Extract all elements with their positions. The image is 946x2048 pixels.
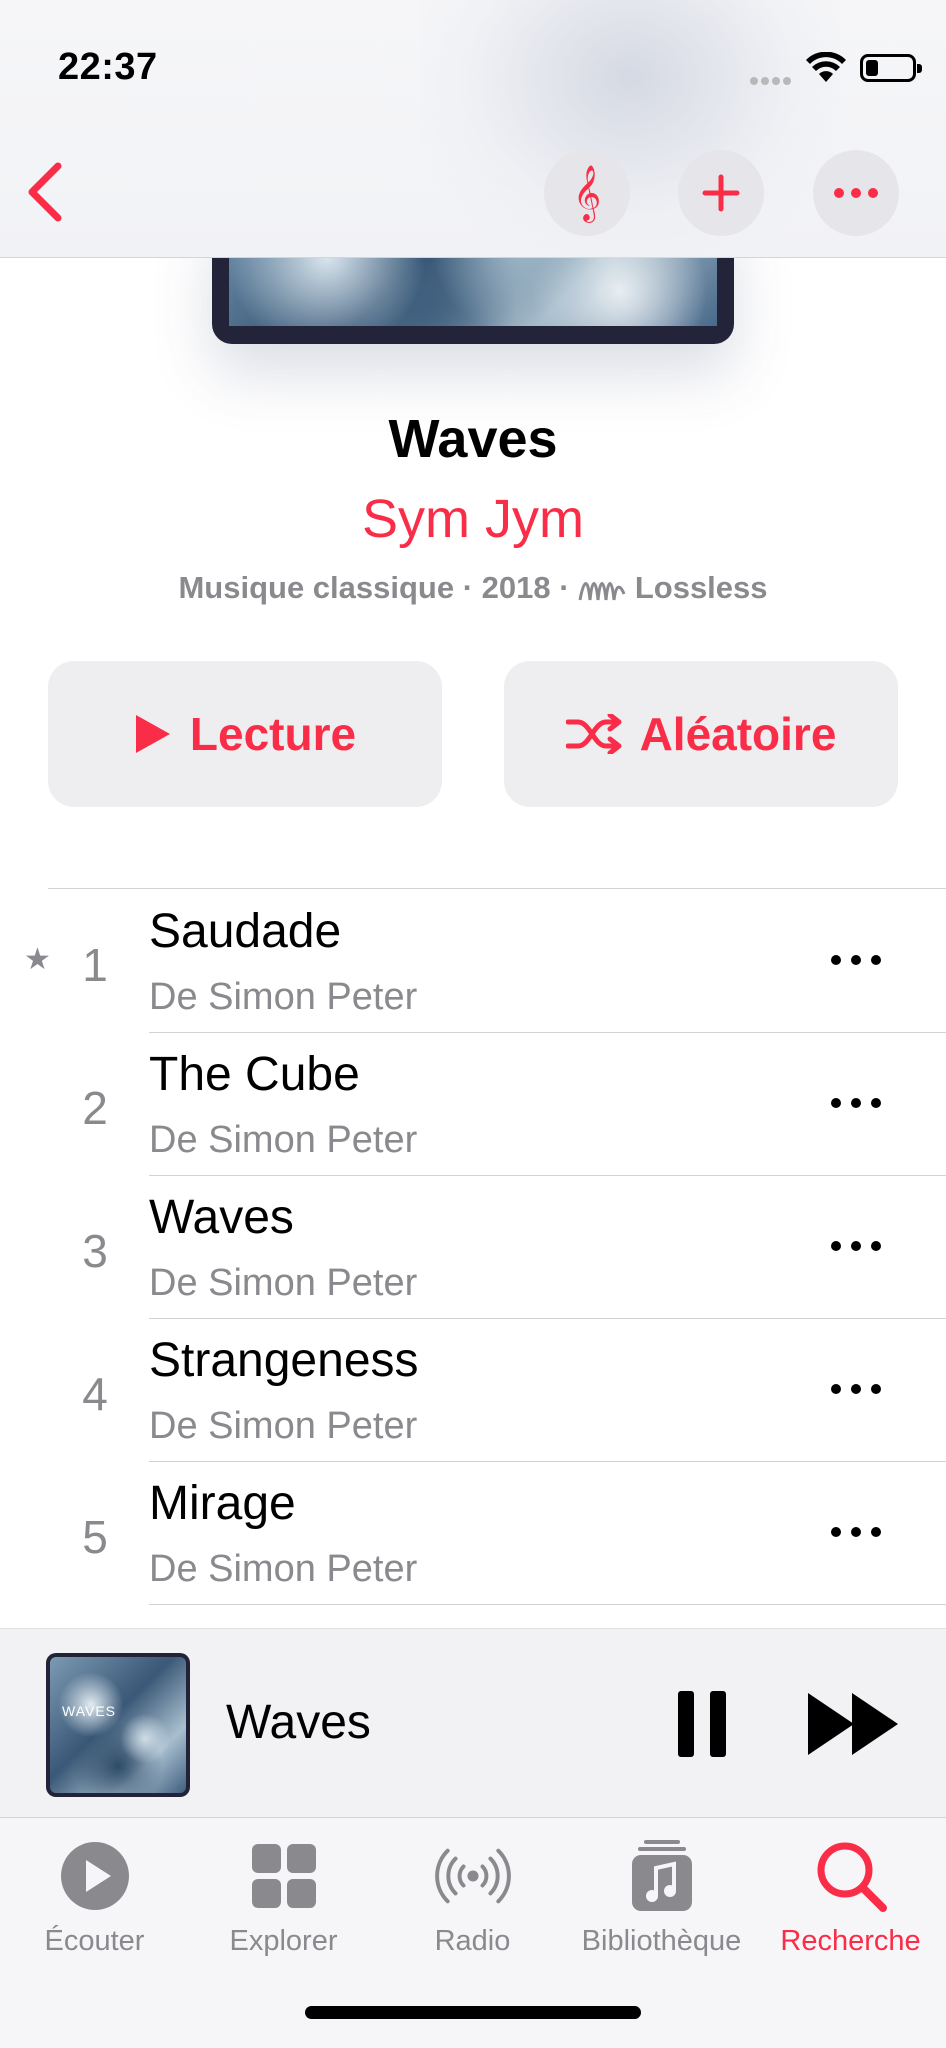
navigation-bar: 22:37 𝄞 bbox=[0, 0, 946, 258]
add-button[interactable] bbox=[678, 150, 764, 236]
tab-radio[interactable]: Radio bbox=[378, 1838, 567, 1978]
track-number: 1 bbox=[82, 939, 108, 991]
album-genre: Musique classique bbox=[178, 570, 455, 605]
lossless-icon bbox=[578, 582, 626, 601]
pause-icon[interactable] bbox=[672, 1685, 732, 1763]
play-circle-icon bbox=[60, 1842, 129, 1910]
mini-player[interactable]: WAVES Waves bbox=[0, 1628, 946, 1818]
album-quality: Lossless bbox=[634, 570, 768, 605]
tab-explore[interactable]: Explorer bbox=[189, 1838, 378, 1978]
album-year: 2018 bbox=[481, 570, 551, 605]
track-artist: De Simon Peter bbox=[149, 1262, 418, 1304]
album-artist-link[interactable]: Sym Jym bbox=[0, 488, 946, 550]
status-time: 22:37 bbox=[58, 46, 158, 88]
track-number: 4 bbox=[82, 1368, 108, 1420]
track-artist: De Simon Peter bbox=[149, 1405, 418, 1447]
track-more-icon[interactable] bbox=[826, 1091, 886, 1115]
music-library-icon bbox=[631, 1840, 692, 1911]
track-more-icon[interactable] bbox=[826, 1520, 886, 1544]
track-title: Strangeness bbox=[149, 1334, 419, 1387]
track-row[interactable]: 5 Mirage De Simon Peter bbox=[0, 1462, 946, 1605]
tracklist-divider bbox=[48, 888, 946, 889]
track-artist: De Simon Peter bbox=[149, 1548, 418, 1590]
album-title: Waves bbox=[388, 409, 558, 469]
battery-icon bbox=[860, 54, 922, 82]
now-playing-title: Waves bbox=[226, 1696, 371, 1749]
track-row[interactable]: 3 Waves De Simon Peter bbox=[0, 1176, 946, 1319]
tab-label: Bibliothèque bbox=[581, 1925, 742, 1957]
search-icon bbox=[817, 1842, 887, 1912]
ellipsis-icon bbox=[834, 188, 878, 198]
album-metadata: Musique classique · 2018 · Lossless bbox=[178, 570, 768, 605]
track-more-icon[interactable] bbox=[826, 1234, 886, 1258]
play-icon bbox=[135, 715, 170, 753]
treble-clef-button[interactable]: 𝄞 bbox=[544, 150, 630, 236]
chevron-left-icon[interactable] bbox=[22, 160, 72, 224]
mini-artwork-text: WAVES bbox=[62, 1703, 117, 1719]
grid-icon bbox=[251, 1844, 316, 1908]
radio-waves-icon bbox=[434, 1848, 511, 1904]
track-artist: De Simon Peter bbox=[149, 976, 418, 1018]
tab-label: Explorer bbox=[229, 1925, 338, 1957]
treble-clef-icon: 𝄞 bbox=[572, 165, 602, 221]
shuffle-button-label: Aléatoire bbox=[639, 708, 837, 760]
tab-label: Radio bbox=[434, 1925, 511, 1957]
track-more-icon[interactable] bbox=[826, 1377, 886, 1401]
tab-library[interactable]: Bibliothèque bbox=[567, 1838, 756, 1978]
play-button-label: Lecture bbox=[189, 708, 357, 760]
track-title: The Cube bbox=[149, 1048, 360, 1101]
track-title: Waves bbox=[149, 1191, 294, 1244]
cellular-signal-icon bbox=[750, 72, 794, 90]
tab-label: Recherche bbox=[780, 1925, 921, 1957]
track-row[interactable]: 2 The Cube De Simon Peter bbox=[0, 1033, 946, 1176]
tab-listen[interactable]: Écouter bbox=[0, 1838, 189, 1978]
plus-icon bbox=[702, 174, 740, 212]
track-row[interactable]: 4 Strangeness De Simon Peter bbox=[0, 1319, 946, 1462]
mini-player-artwork: WAVES bbox=[46, 1653, 190, 1797]
tab-label: Écouter bbox=[44, 1925, 145, 1957]
track-artist: De Simon Peter bbox=[149, 1119, 418, 1161]
status-bar: 22:37 bbox=[0, 0, 946, 140]
shuffle-icon bbox=[565, 714, 622, 754]
track-row[interactable]: ★ 1 Saudade De Simon Peter bbox=[0, 890, 946, 1033]
track-title: Mirage bbox=[149, 1477, 296, 1530]
more-options-button[interactable] bbox=[813, 150, 899, 236]
track-number: 2 bbox=[82, 1082, 108, 1134]
track-title: Saudade bbox=[149, 905, 342, 958]
shuffle-button[interactable]: Aléatoire bbox=[504, 661, 898, 807]
track-number: 3 bbox=[82, 1225, 108, 1277]
favorite-star-icon: ★ bbox=[24, 942, 51, 977]
fast-forward-icon[interactable] bbox=[806, 1687, 902, 1761]
home-indicator bbox=[305, 2006, 641, 2019]
play-button[interactable]: Lecture bbox=[48, 661, 442, 807]
track-number: 5 bbox=[82, 1511, 108, 1563]
wifi-icon bbox=[806, 52, 846, 82]
row-divider bbox=[149, 1604, 946, 1605]
track-more-icon[interactable] bbox=[826, 948, 886, 972]
tab-search[interactable]: Recherche bbox=[756, 1838, 945, 1978]
